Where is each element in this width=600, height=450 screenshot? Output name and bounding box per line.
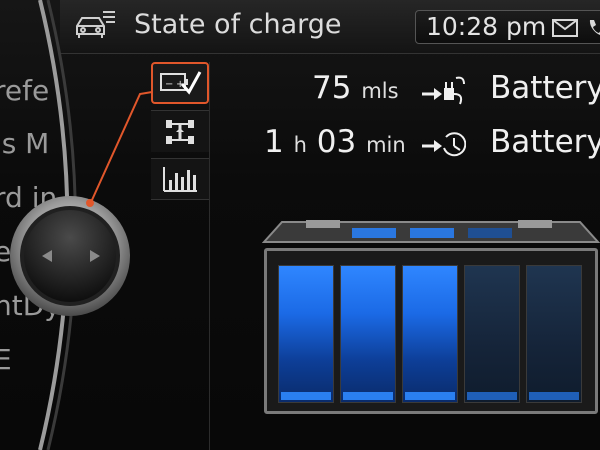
menu-item[interactable]: refe	[0, 74, 49, 107]
plug-arrow-icon	[422, 76, 465, 105]
range-value: 75	[312, 70, 352, 106]
header-bar: State of charge 10:28 pm	[60, 0, 600, 54]
controller-knob[interactable]	[8, 194, 133, 319]
battery-cell	[278, 265, 334, 403]
drivetrain-icon	[166, 119, 194, 144]
menu-item[interactable]: E	[0, 343, 12, 376]
battery-cell-base	[405, 392, 455, 400]
battery-cell	[526, 265, 582, 403]
range-label: Battery	[490, 70, 600, 106]
battery-cell-base	[343, 392, 393, 400]
range-row: 75 mls Battery	[240, 70, 600, 114]
menu-item[interactable]: 's M	[0, 127, 49, 160]
time-hours-unit: h	[293, 133, 307, 157]
tool-drivetrain-button[interactable]	[151, 110, 209, 152]
tool-charge-check-button[interactable]: − +	[151, 62, 209, 104]
bar-chart-icon	[163, 167, 197, 192]
charge-time-row: 1 h 03 min Battery	[240, 124, 600, 168]
idrive-screen: State of charge 10:28 pm refe 's M rd in…	[0, 0, 600, 450]
battery-cell	[402, 265, 458, 403]
battery-cell-base	[467, 392, 517, 400]
battery-lid	[262, 220, 600, 243]
clock: 10:28 pm	[426, 12, 547, 41]
range-unit: mls	[361, 79, 399, 103]
mail-icon[interactable]	[552, 19, 578, 37]
page-title: State of charge	[134, 9, 342, 40]
timer-arrow-icon	[422, 132, 466, 157]
time-value-group: 1 h 03 min	[264, 124, 406, 160]
time-minutes: 03	[316, 124, 357, 160]
time-label: Battery	[490, 124, 600, 160]
battery-check-icon: − +	[160, 71, 202, 95]
battery-cell-base	[281, 392, 331, 400]
time-minutes-unit: min	[366, 133, 406, 157]
tool-statistics-button[interactable]	[151, 158, 209, 200]
range-value-group: 75 mls	[312, 70, 399, 106]
battery-graphic	[262, 218, 600, 418]
battery-body	[264, 248, 598, 414]
tool-column: − +	[148, 62, 210, 450]
time-hours: 1	[264, 124, 284, 160]
battery-cell	[340, 265, 396, 403]
svg-text:−: −	[165, 79, 173, 90]
car-menu-icon	[76, 11, 115, 38]
status-box: 10:28 pm	[415, 10, 600, 44]
phone-icon[interactable]	[586, 17, 600, 39]
battery-cell	[464, 265, 520, 403]
battery-cell-base	[529, 392, 579, 400]
